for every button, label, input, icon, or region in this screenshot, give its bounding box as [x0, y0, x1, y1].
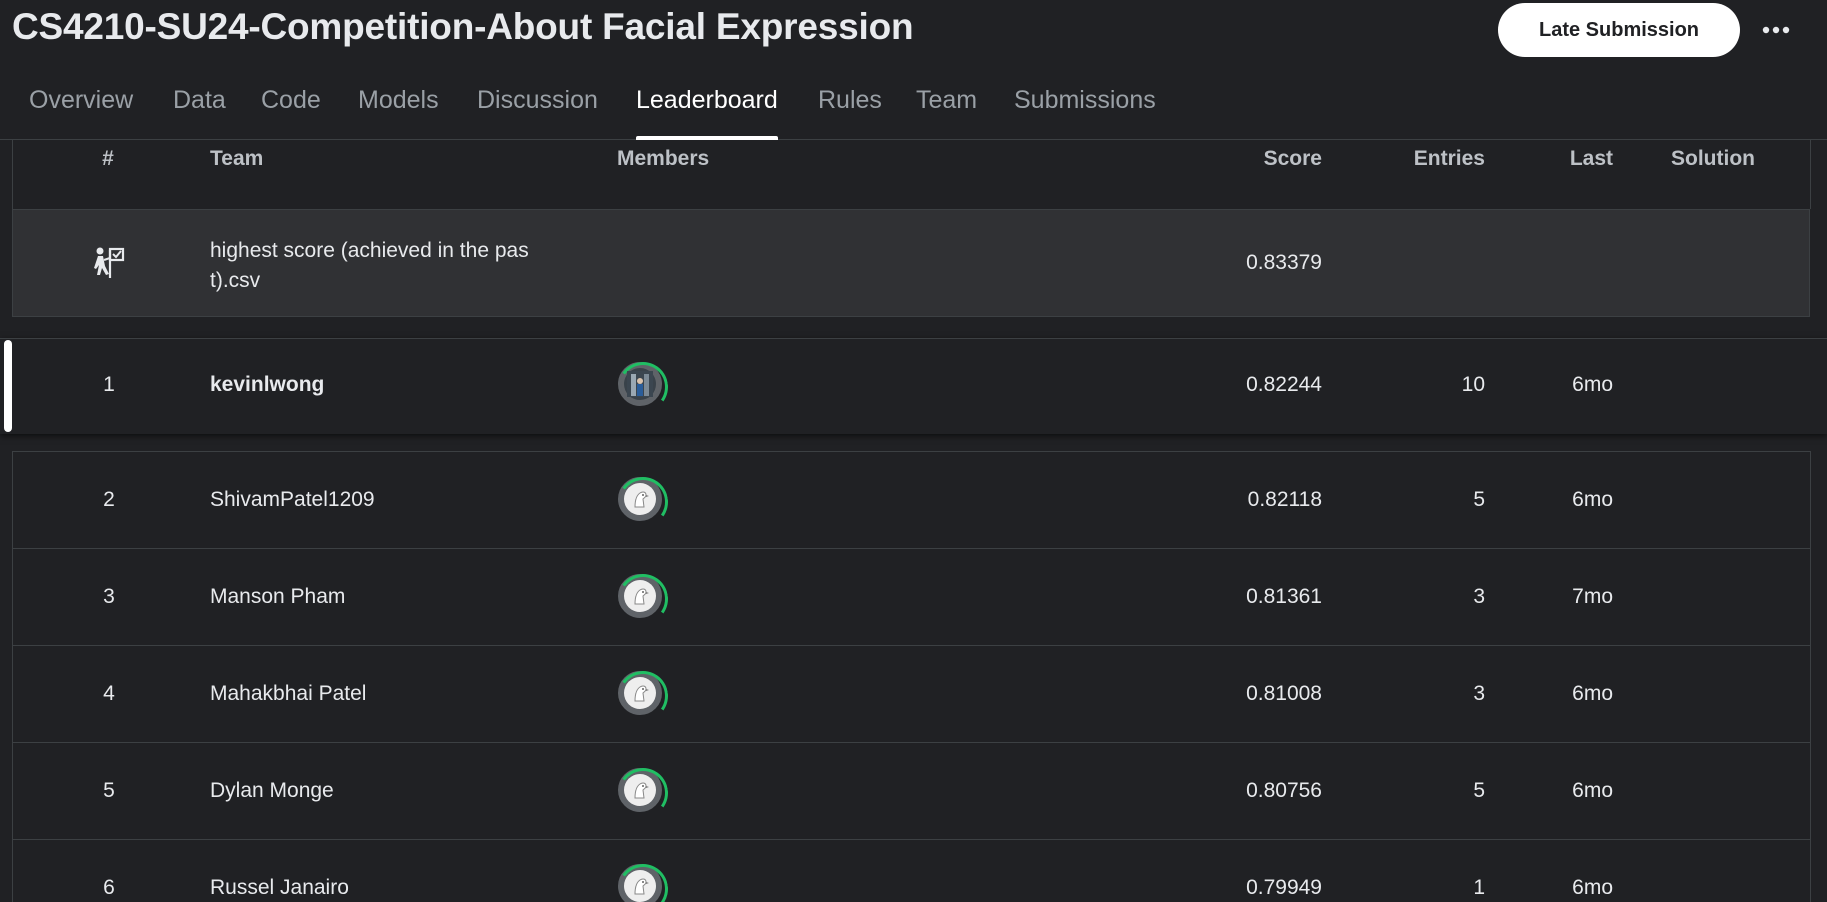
page-title: CS4210-SU24-Competition-About Facial Exp… [12, 6, 914, 47]
row-score: 0.79949 [1246, 876, 1322, 899]
member-avatar[interactable] [614, 764, 672, 822]
row-rank: 3 [103, 585, 115, 608]
row-last: 6mo [1572, 876, 1613, 899]
column-header-score[interactable]: Score [1222, 147, 1322, 171]
member-avatar[interactable] [614, 570, 672, 628]
photo-avatar-icon [627, 371, 653, 397]
member-avatar[interactable] [614, 358, 672, 416]
column-header-rank[interactable]: # [98, 147, 118, 171]
member-avatar[interactable] [614, 860, 672, 902]
tab-discussion[interactable]: Discussion [477, 72, 598, 139]
tab-overview[interactable]: Overview [29, 72, 133, 139]
column-header-entries[interactable]: Entries [1385, 147, 1485, 171]
late-submission-button[interactable]: Late Submission [1498, 3, 1740, 57]
tab-leaderboard[interactable]: Leaderboard [636, 72, 778, 140]
row-team-name[interactable]: Manson Pham [210, 585, 345, 609]
row-last: 6mo [1572, 488, 1613, 511]
table-border-right [1810, 140, 1811, 209]
row-score: 0.82244 [1246, 373, 1322, 396]
goose-avatar-icon [634, 491, 649, 508]
row-entries: 10 [1461, 373, 1485, 396]
goose-avatar-icon [634, 588, 649, 605]
selected-row-indicator [4, 340, 12, 432]
row-score: 0.82118 [1247, 488, 1322, 511]
tab-team[interactable]: Team [916, 72, 977, 139]
row-last: 6mo [1572, 682, 1613, 705]
leaderboard-page: CS4210-SU24-Competition-About Facial Exp… [0, 0, 1827, 902]
benchmark-icon [90, 244, 128, 282]
benchmark-team: highest score (achieved in the pas t).cs… [210, 236, 529, 296]
row-entries: 5 [1473, 779, 1485, 802]
row-last: 6mo [1572, 779, 1613, 802]
column-header-last[interactable]: Last [1513, 147, 1613, 171]
row-score: 0.81008 [1246, 682, 1322, 705]
competition-tabs: Overview Data Code Models Discussion Lea… [0, 72, 1827, 140]
tab-data[interactable]: Data [173, 72, 226, 139]
row-team-name[interactable]: ShivamPatel1209 [210, 488, 375, 512]
benchmark-team-line2: t).csv [210, 269, 261, 292]
more-options-icon[interactable] [1756, 10, 1796, 50]
row-rank: 1 [103, 373, 115, 396]
tab-code[interactable]: Code [261, 72, 321, 139]
tab-rules[interactable]: Rules [818, 72, 882, 139]
row-team-name[interactable]: Mahakbhai Patel [210, 682, 366, 706]
row-last: 7mo [1572, 585, 1613, 608]
row-score: 0.81361 [1246, 585, 1322, 608]
row-rank: 6 [103, 876, 115, 899]
column-header-solution: Solution [1671, 147, 1755, 170]
row-rank: 4 [103, 682, 115, 705]
column-header-members: Members [617, 147, 710, 170]
column-header-team[interactable]: Team [210, 147, 263, 171]
tab-submissions[interactable]: Submissions [1014, 72, 1156, 139]
row-team-name[interactable]: Dylan Monge [210, 779, 334, 803]
row-entries: 3 [1473, 682, 1485, 705]
row-entries: 5 [1473, 488, 1485, 511]
benchmark-team-line1: highest score (achieved in the pas [210, 239, 529, 262]
row-last: 6mo [1572, 373, 1613, 396]
goose-avatar-icon [634, 685, 649, 702]
row-rank: 2 [103, 488, 115, 511]
table-border-left [12, 140, 13, 209]
member-avatar[interactable] [614, 473, 672, 531]
row-team-name[interactable]: Russel Janairo [210, 876, 349, 900]
row-rank: 5 [103, 779, 115, 802]
row-entries: 3 [1473, 585, 1485, 608]
row-team-name[interactable]: kevinlwong [210, 373, 324, 397]
more-dots-icon [1762, 26, 1790, 34]
row-entries: 1 [1473, 876, 1485, 899]
benchmark-score: 0.83379 [1246, 251, 1322, 274]
table-border-right [1810, 451, 1811, 902]
member-avatar[interactable] [614, 667, 672, 725]
row-score: 0.80756 [1246, 779, 1322, 802]
goose-avatar-icon [634, 878, 649, 895]
goose-avatar-icon [634, 782, 649, 799]
tab-models[interactable]: Models [358, 72, 439, 139]
